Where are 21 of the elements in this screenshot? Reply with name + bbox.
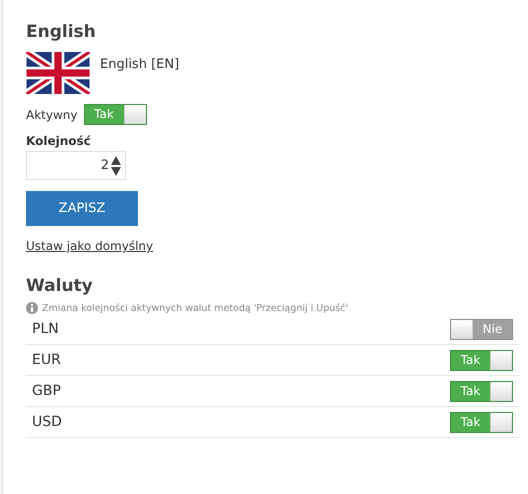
currency-code: PLN — [32, 321, 59, 337]
section-title: Waluty — [26, 276, 94, 296]
currency-code: USD — [32, 414, 62, 430]
flag-icon — [26, 52, 90, 94]
section-title: English — [26, 22, 97, 42]
info-icon — [26, 302, 38, 314]
hint-text: Zmiana kolejności aktywnych walut metodą 'Przeciągnij i Upuść' — [42, 302, 348, 314]
currency-code: EUR — [32, 352, 61, 368]
field-label: Aktywny — [26, 108, 78, 122]
language-name: English [EN] — [100, 57, 180, 72]
spinner-arrows-icon[interactable] — [111, 156, 121, 176]
field-label: Kolejność — [26, 134, 92, 148]
save-button[interactable]: ZAPISZ — [26, 191, 138, 226]
number-field[interactable]: 2 — [26, 151, 126, 180]
toggle-switch[interactable]: Tak — [450, 380, 513, 402]
toggle-switch[interactable]: Tak — [84, 104, 146, 125]
set-default-link[interactable]: Ustaw jako domyślny — [26, 239, 154, 253]
toggle-switch[interactable]: Tak — [450, 412, 513, 432]
currency-code: GBP — [32, 383, 61, 399]
toggle-switch[interactable]: Tak — [450, 350, 513, 370]
toggle-switch[interactable]: Nie — [450, 318, 513, 340]
